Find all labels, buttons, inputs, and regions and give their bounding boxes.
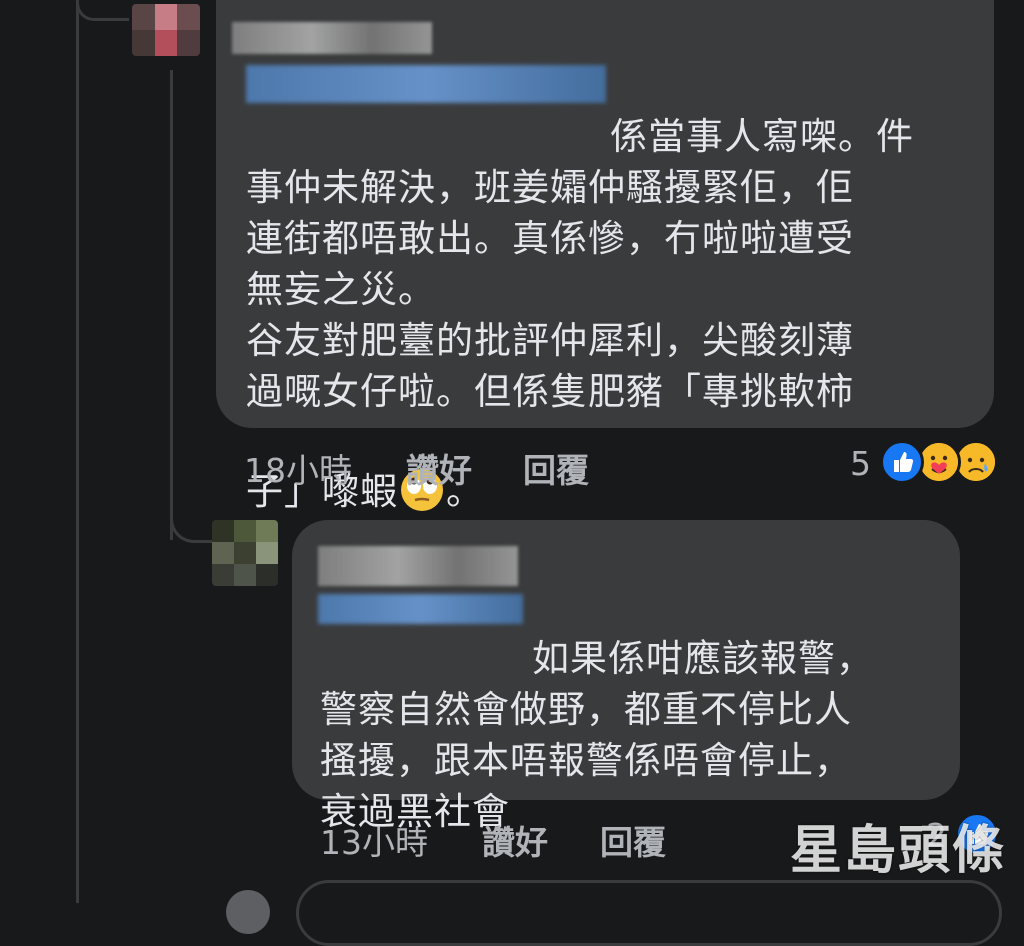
comment-time[interactable]: 13小時: [320, 816, 428, 864]
avatar[interactable]: [132, 4, 200, 56]
comment-time[interactable]: 18小時: [244, 444, 352, 492]
comment-body: 如果係咁應該報警， 警察自然會做野，都重不停比人 搔擾，跟本唔報警係唔會停止， …: [320, 637, 874, 833]
like-button[interactable]: 讚好: [482, 816, 548, 864]
thread-line-curve: [170, 510, 213, 543]
reaction-count[interactable]: 5: [850, 444, 871, 483]
next-comment-bubble: [296, 880, 1002, 946]
like-icon[interactable]: [880, 440, 924, 484]
commenter-name[interactable]: [232, 22, 432, 54]
reply-button[interactable]: 回覆: [600, 816, 666, 864]
watermark-logo: 星島頭條: [790, 820, 1007, 881]
like-button[interactable]: 讚好: [406, 444, 472, 492]
comment-text: 如果係咁應該報警， 警察自然會做野，都重不停比人 搔擾，跟本唔報警係唔會停止， …: [320, 582, 950, 837]
thread-line-top-curve: [76, 0, 129, 21]
avatar[interactable]: [226, 890, 270, 934]
thread-line-inner: [170, 70, 173, 540]
reply-button[interactable]: 回覆: [523, 444, 589, 492]
commenter-name[interactable]: [318, 546, 518, 586]
thread-line-outer: [76, 0, 79, 903]
comment-text: 係當事人寫㗎。件 事仲未解決，班姜孀仲騷擾緊佢，佢 連街都唔敢出。真係慘，冇啦啦…: [246, 115, 914, 513]
avatar[interactable]: [212, 520, 278, 586]
